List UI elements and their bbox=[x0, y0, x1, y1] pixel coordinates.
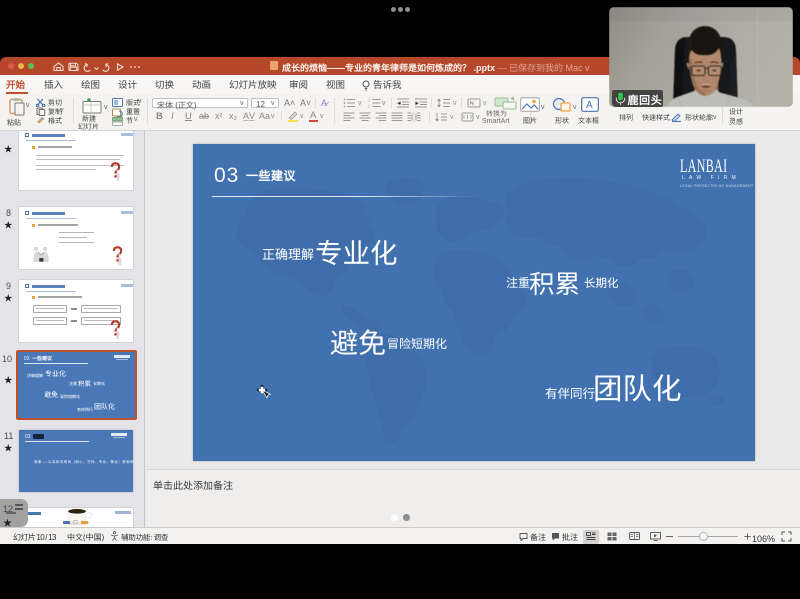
svg-text:A: A bbox=[586, 100, 593, 111]
svg-text:1: 1 bbox=[368, 98, 371, 103]
svg-text:2: 2 bbox=[368, 104, 371, 109]
